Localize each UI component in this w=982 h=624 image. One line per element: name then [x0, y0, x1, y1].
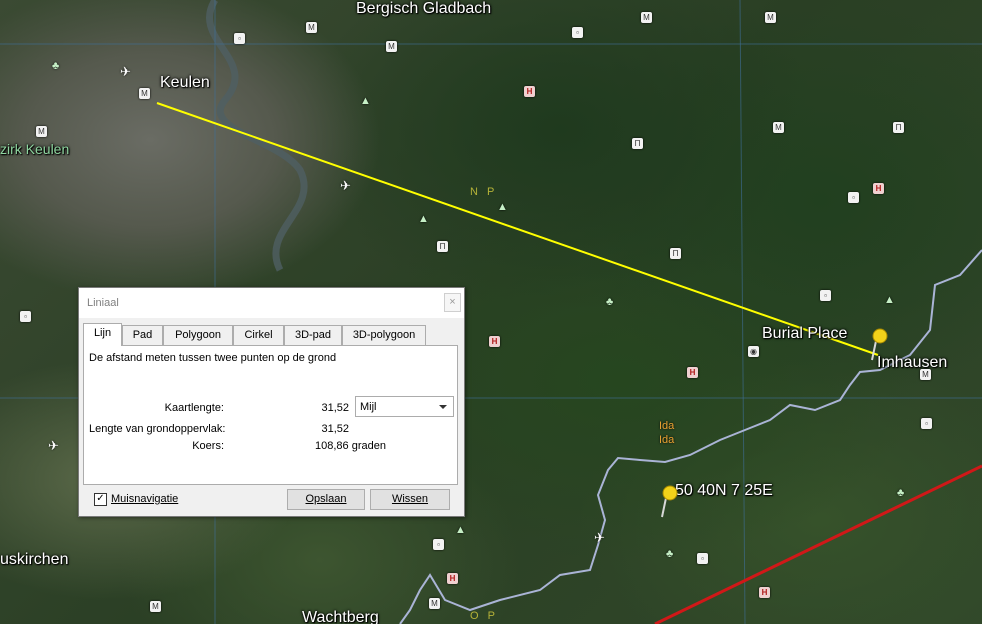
tab-3d-polygoon[interactable]: 3D-polygoon [342, 325, 426, 345]
hospital-icon[interactable]: H [687, 367, 698, 378]
museum-icon[interactable]: M [429, 598, 440, 609]
park-icon[interactable]: ♣ [52, 60, 59, 72]
park-icon[interactable]: ▲ [360, 95, 371, 107]
mouse-navigation-checkbox[interactable]: ✓ [94, 493, 107, 506]
airport-icon[interactable]: ✈ [340, 178, 351, 194]
unit-dropdown[interactable]: Mijl [355, 396, 454, 417]
park-icon[interactable]: ♣ [666, 548, 673, 560]
monument-icon[interactable]: Π [670, 248, 681, 259]
airport-icon[interactable]: ✈ [594, 530, 605, 546]
clear-button[interactable]: Wissen [370, 489, 450, 510]
tab-pad[interactable]: Pad [122, 325, 163, 345]
airport-icon[interactable]: ✈ [48, 438, 59, 454]
ruler-tabs: Lijn Pad Polygoon Cirkel 3D-pad 3D-polyg… [83, 323, 463, 346]
label-np: N P [470, 186, 498, 198]
museum-icon[interactable]: M [641, 12, 652, 23]
mouse-navigation-label[interactable]: Muisnavigatie [111, 493, 178, 505]
ground-length-value: 31,52 [321, 423, 349, 435]
place-icon[interactable]: ▫ [234, 33, 245, 44]
region-border [399, 249, 982, 624]
tab-polygoon[interactable]: Polygoon [163, 325, 233, 345]
tab-3d-pad[interactable]: 3D-pad [284, 325, 342, 345]
heading-value: 108,86 graden [315, 440, 386, 452]
label-op: O P [470, 610, 498, 622]
pushpin-icon[interactable] [866, 327, 890, 361]
place-icon[interactable]: ▫ [921, 418, 932, 429]
museum-icon[interactable]: M [773, 122, 784, 133]
place-icon[interactable]: ▫ [848, 192, 859, 203]
label-burial-place: Burial Place [762, 325, 848, 342]
hospital-icon[interactable]: H [873, 183, 884, 194]
close-button[interactable]: × [444, 293, 461, 312]
park-icon[interactable]: ▲ [455, 524, 466, 536]
park-icon[interactable]: ▲ [884, 294, 895, 306]
park-icon[interactable]: ♣ [897, 487, 904, 499]
label-bergisch-gladbach: Bergisch Gladbach [356, 0, 492, 17]
map-length-label: Kaartlengte: [164, 402, 224, 414]
park-icon[interactable]: ♣ [606, 296, 613, 308]
ruler-dialog: Liniaal × Lijn Pad Polygoon Cirkel 3D-pa… [78, 287, 465, 517]
river-rhine [206, 0, 308, 272]
museum-icon[interactable]: M [306, 22, 317, 33]
save-button[interactable]: Opslaan [287, 489, 365, 510]
label-keulen: Keulen [160, 74, 210, 91]
hospital-icon[interactable]: H [489, 336, 500, 347]
hospital-icon[interactable]: H [759, 587, 770, 598]
dialog-title: Liniaal [87, 297, 119, 309]
label-ida-1: Ida [659, 420, 675, 432]
place-icon[interactable]: ▫ [820, 290, 831, 301]
park-icon[interactable]: ▲ [418, 213, 429, 225]
museum-icon[interactable]: M [139, 88, 150, 99]
monument-icon[interactable]: Π [437, 241, 448, 252]
place-icon[interactable]: ▫ [697, 553, 708, 564]
place-icon[interactable]: ▫ [433, 539, 444, 550]
museum-icon[interactable]: M [36, 126, 47, 137]
grid-line [739, 0, 746, 624]
label-kreis-keulen: zirk Keulen [0, 141, 70, 157]
label-wachtberg: Wachtberg [302, 609, 379, 624]
tab-lijn[interactable]: Lijn [83, 323, 122, 346]
park-icon[interactable]: ▲ [497, 201, 508, 213]
camera-icon[interactable]: ◉ [748, 346, 759, 357]
dialog-titlebar[interactable]: Liniaal × [79, 288, 464, 318]
tab-panel-lijn: De afstand meten tussen twee punten op d… [83, 345, 458, 485]
hospital-icon[interactable]: H [524, 86, 535, 97]
museum-icon[interactable]: M [920, 369, 931, 380]
unit-dropdown-value: Mijl [360, 401, 377, 413]
chevron-down-icon [439, 405, 447, 409]
hospital-icon[interactable]: H [447, 573, 458, 584]
airport-icon[interactable]: ✈ [120, 64, 131, 80]
museum-icon[interactable]: M [386, 41, 397, 52]
museum-icon[interactable]: M [150, 601, 161, 612]
map-length-value: 31,52 [321, 402, 349, 414]
monument-icon[interactable]: Π [893, 122, 904, 133]
heading-label: Koers: [192, 440, 224, 452]
place-icon[interactable]: ▫ [20, 311, 31, 322]
monument-icon[interactable]: Π [632, 138, 643, 149]
place-icon[interactable]: ▫ [572, 27, 583, 38]
tab-cirkel[interactable]: Cirkel [233, 325, 284, 345]
label-ida-2: Ida [659, 434, 675, 446]
label-coordinates: 50 40N 7 25E [675, 482, 773, 499]
pushpin-icon[interactable] [656, 484, 680, 518]
ground-length-label: Lengte van grondoppervlak: [89, 423, 226, 435]
description-text: De afstand meten tussen twee punten op d… [89, 352, 337, 364]
label-euskirchen: uskirchen [0, 551, 69, 568]
museum-icon[interactable]: M [765, 12, 776, 23]
